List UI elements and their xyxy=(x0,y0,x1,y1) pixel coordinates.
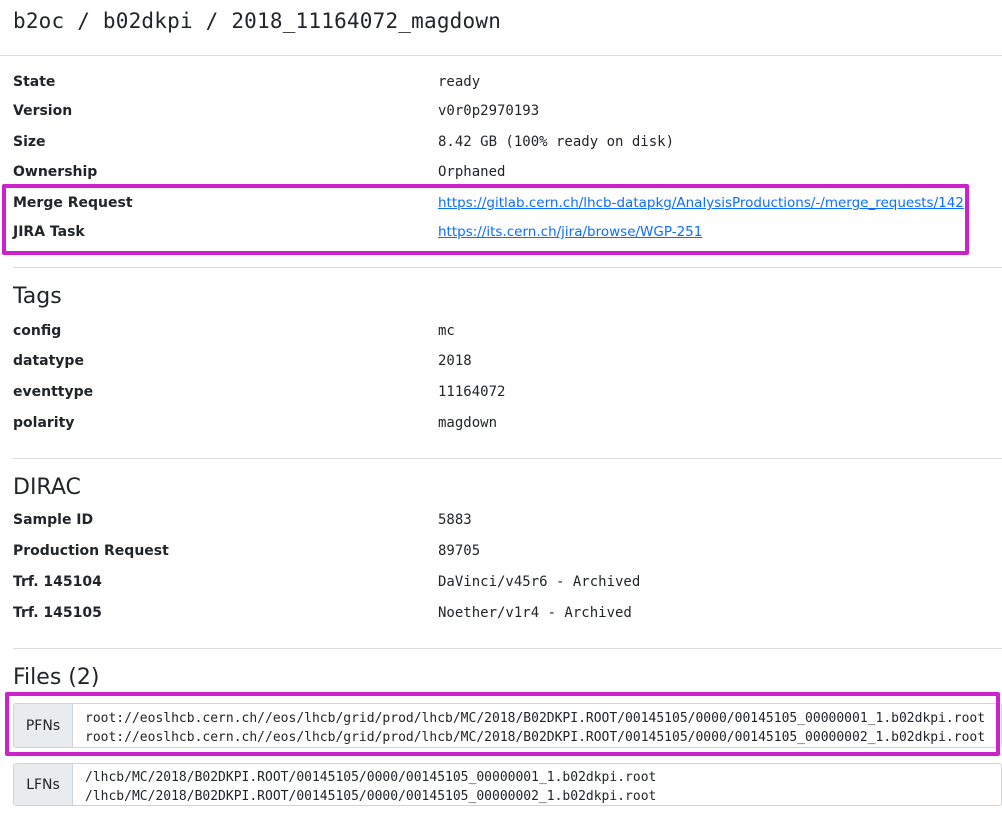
tag-value: 2018 xyxy=(438,353,472,369)
info-key: Version xyxy=(13,103,73,119)
lfns-list: /lhcb/MC/2018/B02DKPI.ROOT/00145105/0000… xyxy=(85,768,656,806)
files-heading: Files (2) xyxy=(13,665,100,690)
dirac-row-trf-145104: Trf. 145104 DaVinci/v45r6 - Archived xyxy=(13,571,1002,595)
info-value: v0r0p2970193 xyxy=(438,103,540,119)
dirac-row-trf-145105: Trf. 145105 Noether/v1r4 - Archived xyxy=(13,602,1002,626)
tags-heading: Tags xyxy=(13,284,62,309)
dirac-key: Production Request xyxy=(13,543,169,559)
tag-row-polarity: polarity magdown xyxy=(13,412,1002,436)
dirac-key: Trf. 145104 xyxy=(13,574,102,590)
tag-row-config: config mc xyxy=(13,320,1002,344)
info-row-size: Size 8.42 GB (100% ready on disk) xyxy=(13,131,1002,155)
breadcrumb-separator: / xyxy=(205,9,219,33)
highlight-box-links xyxy=(2,184,969,255)
info-value: 8.42 GB (100% ready on disk) xyxy=(438,134,675,150)
info-row-version: Version v0r0p2970193 xyxy=(13,100,1002,124)
lfns-group: LFNs /lhcb/MC/2018/B02DKPI.ROOT/00145105… xyxy=(13,763,1002,806)
tag-key: datatype xyxy=(13,353,84,369)
info-row-state: State ready xyxy=(13,71,1002,95)
info-row-ownership: Ownership Orphaned xyxy=(13,161,1002,185)
dirac-value: 89705 xyxy=(438,543,481,559)
lfn-item[interactable]: /lhcb/MC/2018/B02DKPI.ROOT/00145105/0000… xyxy=(85,787,656,806)
divider xyxy=(13,267,1002,268)
breadcrumb-separator: / xyxy=(77,9,91,33)
tag-value: mc xyxy=(438,323,455,339)
info-key: State xyxy=(13,74,56,90)
tag-row-datatype: datatype 2018 xyxy=(13,350,1002,374)
lfns-label: LFNs xyxy=(14,764,73,805)
info-value: Orphaned xyxy=(438,164,506,180)
tag-key: config xyxy=(13,323,62,339)
tag-value: magdown xyxy=(438,415,498,431)
tag-row-eventtype: eventtype 11164072 xyxy=(13,381,1002,405)
tag-key: eventtype xyxy=(13,384,94,400)
dirac-key: Sample ID xyxy=(13,512,94,528)
highlight-box-pfns xyxy=(5,692,1000,756)
header-divider xyxy=(0,55,1002,56)
info-value: ready xyxy=(438,74,481,90)
dirac-value: DaVinci/v45r6 - Archived xyxy=(438,574,641,590)
divider xyxy=(13,458,1002,459)
breadcrumb-part-1[interactable]: b2oc xyxy=(13,9,64,33)
lfn-item[interactable]: /lhcb/MC/2018/B02DKPI.ROOT/00145105/0000… xyxy=(85,768,656,787)
breadcrumb-part-3: 2018_11164072_magdown xyxy=(231,9,502,33)
tag-value: 11164072 xyxy=(438,384,506,400)
dirac-row-production-request: Production Request 89705 xyxy=(13,540,1002,564)
dirac-key: Trf. 145105 xyxy=(13,605,102,621)
info-key: Ownership xyxy=(13,164,98,180)
breadcrumb-part-2[interactable]: b02dkpi xyxy=(103,9,193,33)
page-title: b2oc / b02dkpi / 2018_11164072_magdown xyxy=(13,9,501,33)
dirac-row-sample-id: Sample ID 5883 xyxy=(13,509,1002,533)
dirac-heading: DIRAC xyxy=(13,475,81,500)
divider xyxy=(13,648,1002,649)
dirac-value: 5883 xyxy=(438,512,472,528)
dirac-value: Noether/v1r4 - Archived xyxy=(438,605,632,621)
tag-key: polarity xyxy=(13,415,75,431)
info-key: Size xyxy=(13,134,46,150)
